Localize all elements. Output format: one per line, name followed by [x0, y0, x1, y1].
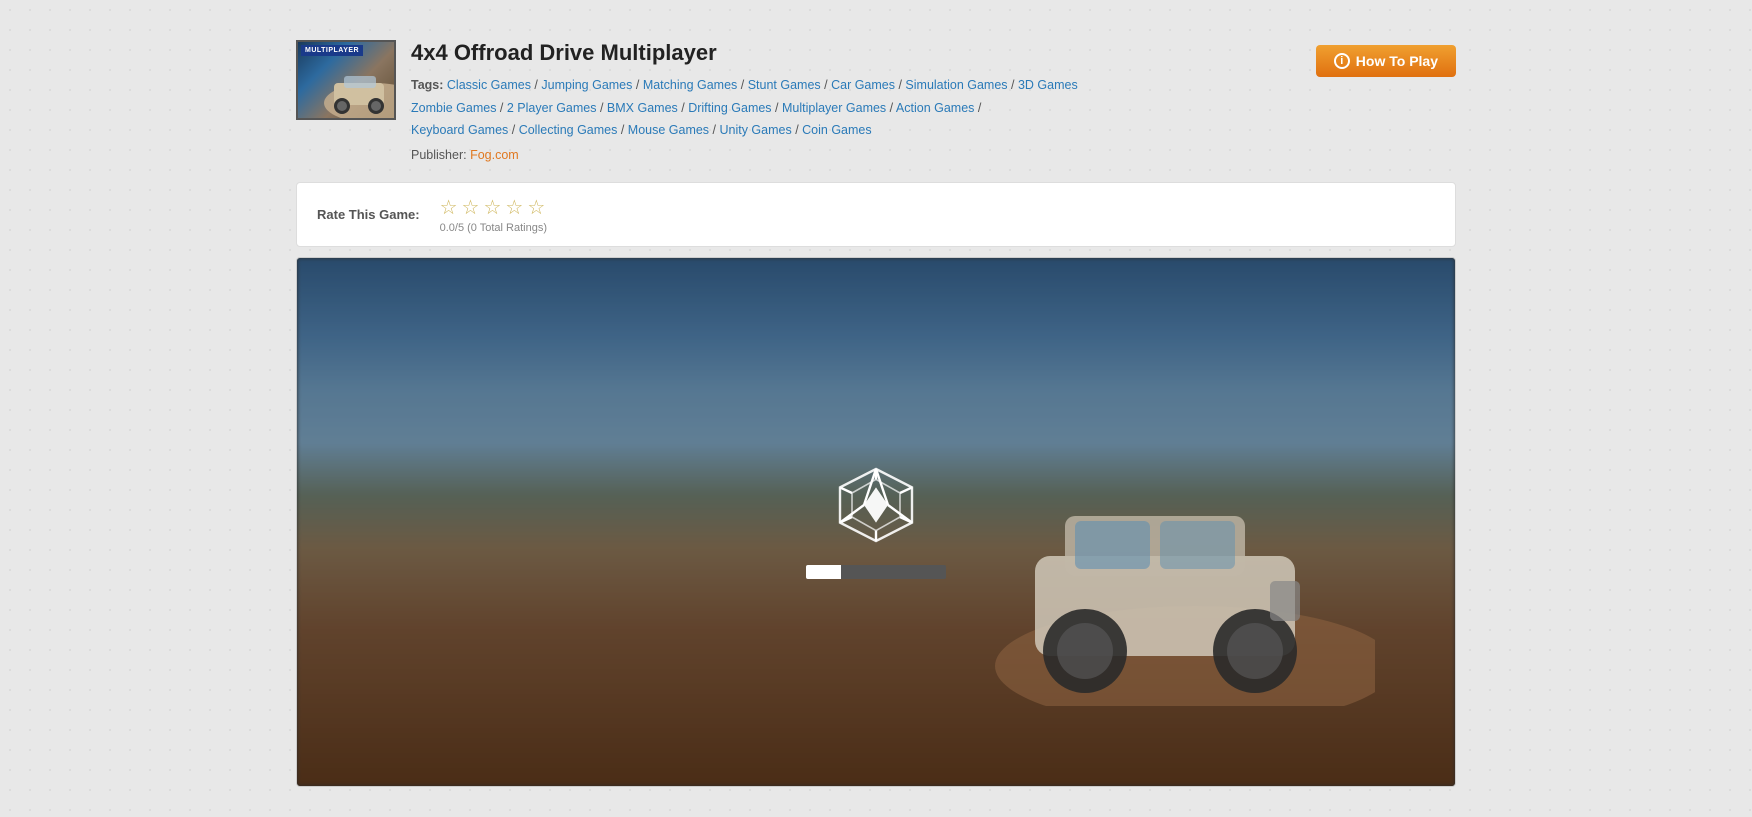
game-car-silhouette: [955, 426, 1375, 706]
star-5[interactable]: ☆: [527, 195, 545, 220]
info-icon: i: [1334, 53, 1350, 69]
tag-collecting-games[interactable]: Collecting Games: [519, 123, 618, 137]
tag-mouse-games[interactable]: Mouse Games: [628, 123, 709, 137]
tag-jumping-games[interactable]: Jumping Games: [541, 78, 632, 92]
tag-coin-games[interactable]: Coin Games: [802, 123, 871, 137]
game-title: 4x4 Offroad Drive Multiplayer: [411, 40, 1316, 66]
how-to-play-label: How To Play: [1356, 53, 1438, 69]
rating-text: 0.0/5 (0 Total Ratings): [440, 222, 547, 234]
tag-keyboard-games[interactable]: Keyboard Games: [411, 123, 508, 137]
rate-label: Rate This Game:: [317, 207, 420, 222]
game-frame: [296, 257, 1456, 787]
thumbnail-badge: MULTIPLAYER: [301, 45, 363, 56]
tag-car-games[interactable]: Car Games: [831, 78, 895, 92]
rating-total: (0 Total Ratings): [467, 222, 547, 234]
stars: ☆ ☆ ☆ ☆ ☆: [440, 195, 546, 220]
tag-drifting-games[interactable]: Drifting Games: [688, 101, 771, 115]
tags-label: Tags:: [411, 78, 443, 92]
tag-action-games[interactable]: Action Games: [896, 101, 975, 115]
tag-classic-games[interactable]: Classic Games: [447, 78, 531, 92]
page-container: MULTIPLAYER 4x4 Offroad Drive Multiplaye…: [276, 20, 1476, 797]
how-to-play-button[interactable]: i How To Play: [1316, 45, 1456, 77]
tag-stunt-games[interactable]: Stunt Games: [748, 78, 821, 92]
unity-logo-icon: [836, 465, 916, 545]
star-4[interactable]: ☆: [505, 195, 523, 220]
star-1[interactable]: ☆: [440, 195, 458, 220]
tag-simulation-games[interactable]: Simulation Games: [905, 78, 1007, 92]
tag-unity-games[interactable]: Unity Games: [719, 123, 791, 137]
rate-section: Rate This Game: ☆ ☆ ☆ ☆ ☆ 0.0/5 (0 Total…: [296, 182, 1456, 247]
tag-2player-games[interactable]: 2 Player Games: [507, 101, 597, 115]
stars-container: ☆ ☆ ☆ ☆ ☆ 0.0/5 (0 Total Ratings): [440, 195, 547, 234]
progress-bar-container: [806, 565, 946, 579]
star-2[interactable]: ☆: [462, 195, 480, 220]
publisher-label: Publisher:: [411, 148, 467, 162]
tag-3d-games[interactable]: 3D Games: [1018, 78, 1078, 92]
progress-bar-fill: [806, 565, 841, 579]
game-info: MULTIPLAYER 4x4 Offroad Drive Multiplaye…: [296, 40, 1316, 162]
publisher-link[interactable]: Fog.com: [470, 148, 519, 162]
star-3[interactable]: ☆: [483, 195, 501, 220]
publisher-line: Publisher: Fog.com: [411, 148, 1316, 162]
tag-matching-games[interactable]: Matching Games: [643, 78, 737, 92]
thumbnail-car-svg: [314, 63, 394, 118]
tag-zombie-games[interactable]: Zombie Games: [411, 101, 496, 115]
tag-multiplayer-games[interactable]: Multiplayer Games: [782, 101, 886, 115]
tags-line: Tags: Classic Games / Jumping Games / Ma…: [411, 74, 1316, 142]
game-thumbnail: MULTIPLAYER: [296, 40, 396, 120]
tag-bmx-games[interactable]: BMX Games: [607, 101, 678, 115]
unity-logo-container: [806, 465, 946, 579]
rating-score: 0.0/5: [440, 222, 464, 234]
game-details: 4x4 Offroad Drive Multiplayer Tags: Clas…: [411, 40, 1316, 162]
header-section: MULTIPLAYER 4x4 Offroad Drive Multiplaye…: [296, 30, 1456, 172]
